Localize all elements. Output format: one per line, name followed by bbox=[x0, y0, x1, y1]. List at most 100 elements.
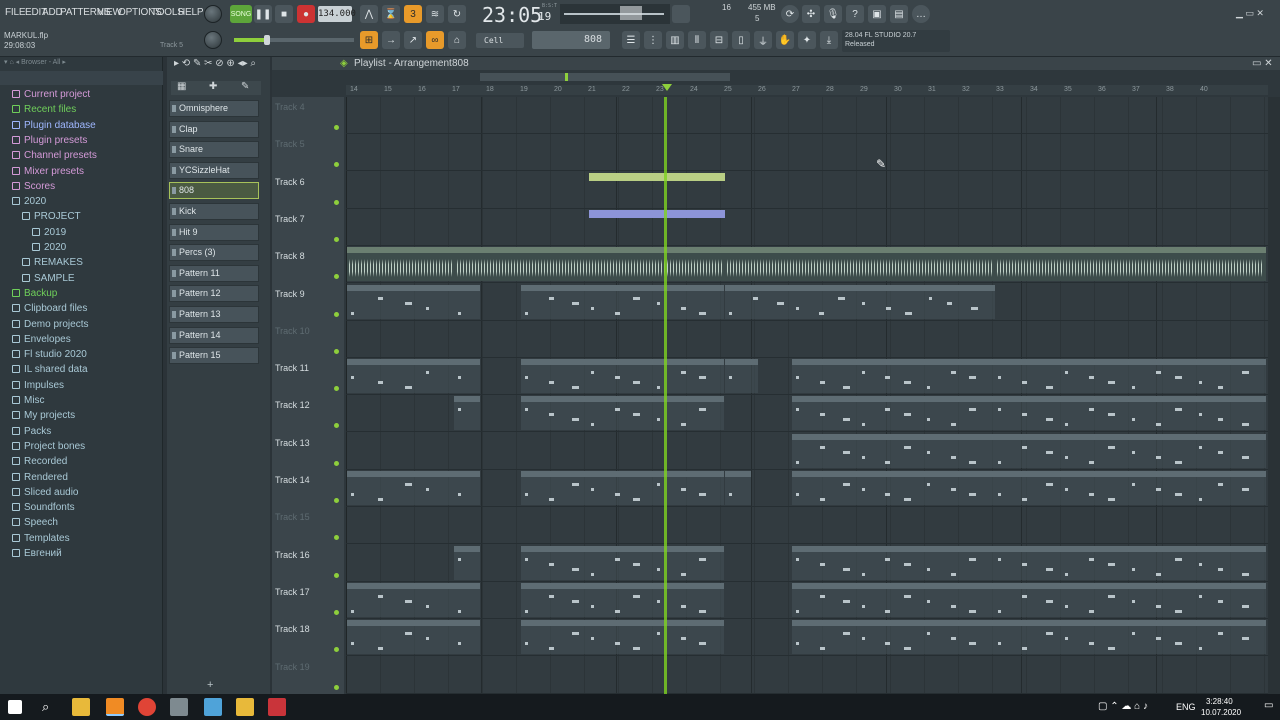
track-mute-dot[interactable] bbox=[334, 162, 339, 168]
channel-button[interactable]: Pattern 12 bbox=[169, 285, 259, 303]
clip[interactable]: Percs (3) bbox=[792, 620, 994, 655]
clip[interactable]: Kick bbox=[792, 545, 994, 580]
browser-item[interactable]: Impulses bbox=[0, 380, 163, 395]
channel-rack-button[interactable]: ⊟ bbox=[710, 31, 728, 49]
chat-button[interactable]: … bbox=[912, 5, 930, 23]
clip[interactable]: YCSizzleHat bbox=[994, 471, 1266, 505]
grid-icon[interactable]: ▦ bbox=[177, 81, 186, 92]
browser-item[interactable]: SAMPLE bbox=[0, 273, 163, 288]
clip[interactable]: Pattern 11 bbox=[994, 396, 1266, 431]
song-mode-button[interactable]: SONG bbox=[230, 5, 252, 23]
track-mute-dot[interactable] bbox=[334, 274, 339, 280]
add-icon[interactable]: ✚ bbox=[209, 81, 217, 92]
track-label[interactable]: Track 8 bbox=[275, 251, 305, 261]
download-button[interactable]: ⤓ bbox=[820, 31, 838, 49]
track-mute-dot[interactable] bbox=[334, 125, 339, 130]
render-button[interactable]: ▤ bbox=[890, 5, 908, 23]
countdown-button[interactable]: 3 bbox=[404, 5, 422, 23]
channel-button[interactable]: Percs (3) bbox=[169, 244, 259, 262]
track-mute-dot[interactable] bbox=[334, 348, 339, 354]
clip[interactable]: Hit 9 bbox=[994, 582, 1266, 617]
track-label[interactable]: Track 10 bbox=[275, 326, 310, 336]
blend-button[interactable]: ≋ bbox=[426, 5, 444, 23]
channel-button[interactable]: Hit 9 bbox=[169, 223, 259, 241]
snap-select[interactable]: Cell bbox=[476, 33, 524, 48]
clip[interactable]: 1594329197_MARKUL_Platina_-_Konfeti bbox=[725, 247, 995, 282]
track-label[interactable]: Track 17 bbox=[275, 587, 310, 597]
timeline-ruler[interactable]: 14 15 16 17 18 19 20 21 22 23 24 25 26 27 28 29 30 31 32 33… bbox=[346, 85, 1268, 95]
clip[interactable]: Kick bbox=[521, 545, 724, 580]
track-lane[interactable] bbox=[346, 134, 1268, 172]
clip[interactable]: 808 bbox=[454, 284, 480, 319]
clock-time[interactable]: 3:28:40 bbox=[1206, 697, 1233, 706]
pencil-icon[interactable]: ✎ bbox=[241, 81, 249, 92]
browser-item[interactable]: Sliced audio bbox=[0, 487, 163, 502]
browser-item[interactable]: Plugin presets bbox=[0, 135, 163, 150]
channel-button[interactable]: Kick bbox=[169, 203, 259, 220]
clip[interactable]: Snare bbox=[792, 433, 994, 468]
window-controls[interactable]: ▁ ▭ ✕ bbox=[1236, 8, 1264, 19]
browser-item[interactable]: Channel presets bbox=[0, 150, 163, 165]
media-icon[interactable] bbox=[236, 698, 254, 716]
clip[interactable]: Clap bbox=[521, 359, 724, 394]
browser-item[interactable]: REMAKES bbox=[0, 257, 163, 272]
loop-record-button[interactable]: ↻ bbox=[448, 5, 466, 23]
browser-item[interactable]: Templates bbox=[0, 533, 163, 548]
mic-button[interactable]: 🎙 bbox=[824, 5, 842, 23]
clip[interactable]: YCSizzleHat bbox=[792, 471, 994, 505]
clip[interactable]: 808 bbox=[347, 284, 454, 319]
track-mute-dot[interactable] bbox=[334, 386, 339, 392]
clip[interactable]: Clap bbox=[454, 359, 480, 394]
chrome-icon[interactable] bbox=[138, 698, 156, 716]
browser-item[interactable]: Envelopes bbox=[0, 334, 163, 349]
track-mute-dot[interactable] bbox=[334, 199, 339, 205]
save-button[interactable]: ▣ bbox=[868, 5, 886, 23]
clip[interactable]: 1594329197_MARKUL_Platina_-_Konfeti bbox=[995, 247, 1266, 282]
master-pitch-knob[interactable] bbox=[204, 31, 222, 49]
language-indicator[interactable]: ENG bbox=[1176, 702, 1196, 712]
menu-file[interactable]: FILE bbox=[5, 7, 26, 18]
pattern-selector[interactable]: 808 bbox=[532, 31, 610, 49]
channel-button[interactable]: Pattern 14 bbox=[169, 326, 259, 344]
track-lane[interactable] bbox=[346, 507, 1268, 545]
track-mute-dot[interactable] bbox=[334, 311, 339, 317]
browser-item[interactable]: Soundfonts bbox=[0, 502, 163, 517]
touch-button[interactable]: ✋ bbox=[776, 31, 794, 49]
browser-item[interactable]: Recent files bbox=[0, 104, 163, 119]
browser-button[interactable]: ▯ bbox=[732, 31, 750, 49]
refresh-button[interactable]: ⟳ bbox=[781, 5, 799, 23]
playlist-tools[interactable]: ▸ ⟲ ✎ ✂ ⊘ ⊕ ◂▸ ⌕ bbox=[174, 58, 256, 69]
track-mute-dot[interactable] bbox=[334, 609, 339, 615]
notes-icon[interactable] bbox=[204, 698, 222, 716]
browser-item[interactable]: Scores bbox=[0, 181, 163, 196]
track-label[interactable]: Track 15 bbox=[275, 512, 310, 522]
browser-item[interactable]: Mixer presets bbox=[0, 166, 163, 181]
clip[interactable]: Pa bbox=[454, 396, 480, 431]
browser-item[interactable]: Packs bbox=[0, 426, 163, 441]
clip[interactable]: Param. EQ 2 - Master - Band 1 freq bbox=[589, 172, 725, 207]
stamp-button[interactable]: ⌂ bbox=[448, 31, 466, 49]
plugin-button[interactable]: ✣ bbox=[802, 5, 820, 23]
stop-button[interactable]: ■ bbox=[275, 5, 293, 23]
clip[interactable]: Pattern 11 bbox=[792, 396, 994, 431]
track-lane[interactable] bbox=[346, 97, 1268, 134]
channel-button[interactable]: Snare bbox=[169, 141, 259, 159]
browser-item[interactable]: Project bones bbox=[0, 441, 163, 456]
playlist-vscroll[interactable] bbox=[1268, 97, 1280, 694]
record-button[interactable]: ● bbox=[297, 5, 315, 23]
track-label[interactable]: Track 12 bbox=[275, 400, 310, 410]
master-volume-slider[interactable] bbox=[234, 35, 354, 45]
browser-item[interactable]: Rendered bbox=[0, 472, 163, 487]
snap-toggle-button[interactable]: ⊞ bbox=[360, 31, 378, 49]
clip[interactable]: Pattern 11 bbox=[521, 396, 724, 431]
track-mute-dot[interactable] bbox=[334, 236, 339, 242]
clip[interactable]: Pe bbox=[454, 620, 480, 655]
app-icon[interactable] bbox=[170, 698, 188, 716]
track-label[interactable]: Track 4 bbox=[275, 102, 305, 112]
track-mute-dot[interactable] bbox=[334, 572, 339, 578]
clip[interactable]: 1594329197_MA_na_-_Konfeti bbox=[347, 247, 455, 282]
browser-item[interactable]: IL shared data bbox=[0, 364, 163, 379]
track-label[interactable]: Track 18 bbox=[275, 624, 310, 634]
browser-item[interactable]: 2020 bbox=[0, 242, 163, 257]
playlist-window-controls[interactable]: ▭ ✕ bbox=[1252, 58, 1273, 69]
